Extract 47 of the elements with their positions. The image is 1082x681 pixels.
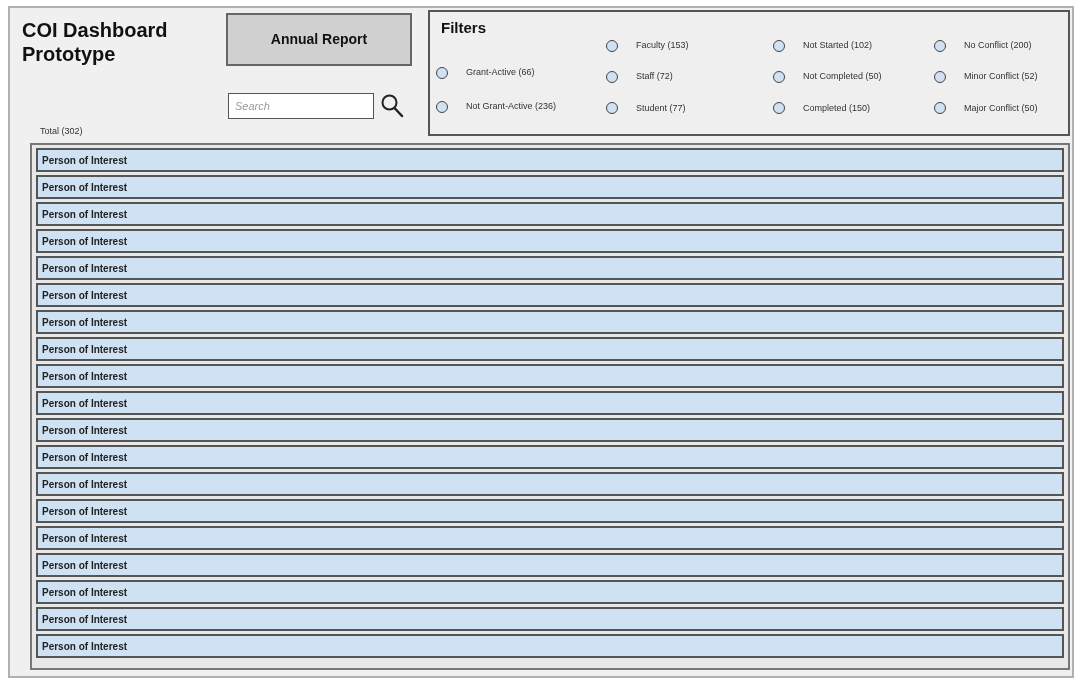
person-row[interactable]: Person of Interest bbox=[36, 391, 1064, 415]
filter-label[interactable]: Major Conflict (50) bbox=[964, 101, 1038, 116]
person-row[interactable]: Person of Interest bbox=[36, 337, 1064, 361]
filter-label[interactable]: Minor Conflict (52) bbox=[964, 70, 1038, 84]
radio-button[interactable] bbox=[773, 71, 785, 83]
radio-button[interactable] bbox=[436, 67, 448, 79]
person-row[interactable]: Person of Interest bbox=[36, 310, 1064, 334]
radio-button[interactable] bbox=[436, 101, 448, 113]
filter-label[interactable]: Faculty (153) bbox=[636, 38, 689, 53]
filters-title: Filters bbox=[441, 20, 486, 36]
filter-label[interactable]: Grant-Active (66) bbox=[466, 66, 535, 80]
person-row[interactable]: Person of Interest bbox=[36, 256, 1064, 280]
person-row[interactable]: Person of Interest bbox=[36, 175, 1064, 199]
person-row[interactable]: Person of Interest bbox=[36, 283, 1064, 307]
filter-label[interactable]: Not Started (102) bbox=[803, 38, 873, 53]
radio-button[interactable] bbox=[606, 39, 618, 52]
radio-button[interactable] bbox=[934, 102, 946, 115]
filter-label[interactable]: Staff (72) bbox=[636, 70, 673, 84]
filter-label[interactable]: Not Grant-Active (236) bbox=[466, 100, 557, 114]
search-icon[interactable] bbox=[380, 93, 404, 119]
person-row[interactable]: Person of Interest bbox=[36, 418, 1064, 442]
filter-label[interactable]: Completed (150) bbox=[803, 101, 871, 116]
person-row[interactable]: Person of Interest bbox=[36, 229, 1064, 253]
person-row[interactable]: Person of Interest bbox=[36, 553, 1064, 577]
filter-label[interactable]: No Conflict (200) bbox=[964, 38, 1032, 53]
person-row[interactable]: Person of Interest bbox=[36, 364, 1064, 388]
radio-button[interactable] bbox=[773, 39, 785, 52]
person-row[interactable]: Person of Interest bbox=[36, 202, 1064, 226]
person-row[interactable]: Person of Interest bbox=[36, 607, 1064, 631]
radio-button[interactable] bbox=[773, 102, 785, 115]
search-field[interactable]: Search bbox=[228, 93, 374, 119]
radio-button[interactable] bbox=[934, 39, 946, 52]
person-row[interactable]: Person of Interest bbox=[36, 580, 1064, 604]
radio-button[interactable] bbox=[934, 71, 946, 83]
radio-button[interactable] bbox=[606, 102, 618, 115]
filter-label[interactable]: Student (77) bbox=[636, 101, 686, 116]
person-row[interactable]: Person of Interest bbox=[36, 472, 1064, 496]
person-row[interactable]: Person of Interest bbox=[36, 526, 1064, 550]
radio-button[interactable] bbox=[606, 71, 618, 83]
total-count: Total (302) bbox=[40, 124, 83, 138]
person-row[interactable]: Person of Interest bbox=[36, 148, 1064, 172]
person-row[interactable]: Person of Interest bbox=[36, 634, 1064, 658]
dashboard-title: COI Dashboard Prototype bbox=[21, 18, 169, 66]
filter-label[interactable]: Not Completed (50) bbox=[803, 70, 882, 84]
annual-report-button[interactable]: Annual Report bbox=[226, 13, 412, 66]
person-row[interactable]: Person of Interest bbox=[36, 499, 1064, 523]
person-row[interactable]: Person of Interest bbox=[36, 445, 1064, 469]
